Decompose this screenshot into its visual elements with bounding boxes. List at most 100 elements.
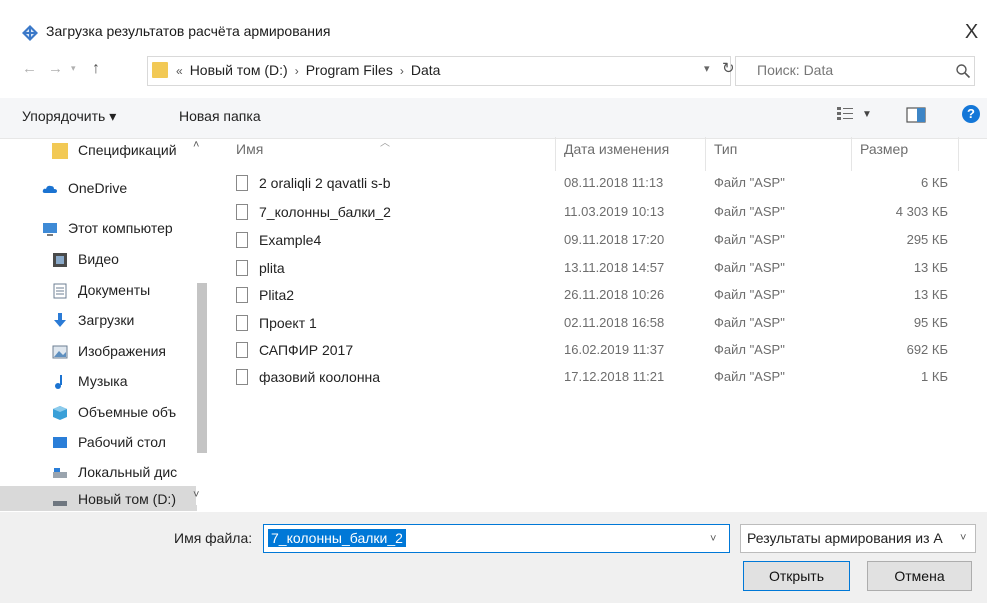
breadcrumb: « Новый том (D:) › Program Files › Data (176, 62, 440, 78)
file-row[interactable]: plita 13.11.2018 14:57 Файл "ASP" 13 КБ (232, 258, 962, 282)
file-icon (236, 342, 248, 358)
cloud-icon (42, 185, 57, 193)
file-size: 692 КБ (906, 342, 948, 357)
breadcrumb-item[interactable]: Program Files (306, 62, 393, 78)
file-type: Файл "ASP" (714, 369, 785, 384)
file-row[interactable]: Plita2 26.11.2018 10:26 Файл "ASP" 13 КБ (232, 285, 962, 309)
filetype-value: Результаты армирования из А (747, 530, 943, 546)
drive-icon (53, 501, 67, 506)
file-icon (236, 175, 248, 191)
column-header-name[interactable]: Имя (236, 141, 263, 157)
breadcrumb-separator-icon[interactable]: › (400, 64, 404, 78)
file-name: 2 oraliqli 2 qavatli s-b (259, 175, 391, 191)
file-type: Файл "ASP" (714, 315, 785, 330)
file-icon (236, 260, 248, 276)
breadcrumb-separator-icon[interactable]: › (295, 64, 299, 78)
file-size: 4 303 КБ (895, 204, 948, 219)
scroll-down-chevron-icon[interactable]: ˅ (193, 489, 199, 501)
new-folder-button[interactable]: Новая папка (179, 108, 261, 124)
file-icon (236, 369, 248, 385)
refresh-icon[interactable]: ↻ (722, 59, 735, 77)
file-name: САПФИР 2017 (259, 342, 354, 358)
view-dropdown-icon[interactable]: ▼ (862, 109, 872, 120)
filename-dropdown-icon[interactable]: ˅ (710, 533, 716, 545)
filetype-chevron-down-icon[interactable]: ˅ (960, 532, 966, 544)
file-size: 6 КБ (921, 175, 948, 190)
help-icon[interactable]: ? (962, 105, 980, 123)
file-row[interactable]: Example4 09.11.2018 17:20 Файл "ASP" 295… (232, 230, 962, 254)
address-dropdown-icon[interactable]: ▾ (704, 62, 710, 75)
forward-arrow-icon[interactable]: → (48, 60, 63, 77)
file-row[interactable]: 7_колонны_балки_2 11.03.2019 10:13 Файл … (232, 202, 962, 226)
file-date: 02.11.2018 16:58 (564, 315, 665, 330)
file-size: 13 КБ (913, 260, 948, 275)
cancel-button[interactable]: Отмена (867, 561, 972, 591)
scroll-up-chevron-icon[interactable]: ˄ (193, 139, 199, 151)
column-header-size[interactable]: Размер (860, 141, 908, 157)
file-icon (236, 315, 248, 331)
computer-icon (43, 223, 57, 236)
file-row[interactable]: Проект 1 02.11.2018 16:58 Файл "ASP" 95 … (232, 313, 962, 337)
file-row[interactable]: фазовий коолонна 17.12.2018 11:21 Файл "… (232, 367, 962, 391)
open-button[interactable]: Открыть (743, 561, 850, 591)
pictures-icon (52, 345, 68, 359)
column-divider[interactable] (851, 137, 852, 171)
file-date: 16.02.2019 11:37 (564, 342, 665, 357)
filename-value[interactable]: 7_колонны_балки_2 (268, 529, 406, 547)
search-icon[interactable] (955, 63, 971, 79)
column-header-type[interactable]: Тип (714, 141, 737, 157)
recent-locations-chevron-icon[interactable]: ▾ (71, 63, 76, 74)
file-date: 11.03.2019 10:13 (564, 204, 665, 219)
file-icon (236, 287, 248, 303)
file-date: 08.11.2018 11:13 (564, 175, 664, 190)
file-type: Файл "ASP" (714, 287, 785, 302)
breadcrumb-item[interactable]: Новый том (D:) (190, 62, 288, 78)
file-size: 1 КБ (921, 369, 948, 384)
organize-button[interactable]: Упорядочить ▾ (22, 108, 116, 125)
file-name: Plita2 (259, 287, 295, 303)
view-options-icon[interactable] (836, 105, 854, 123)
file-date: 13.11.2018 14:57 (564, 260, 665, 275)
sort-ascending-icon: ︿ (380, 138, 390, 149)
close-button[interactable]: X (956, 14, 987, 50)
file-type: Файл "ASP" (714, 232, 785, 247)
file-size: 95 КБ (913, 315, 948, 330)
app-icon (22, 25, 38, 41)
documents-icon (53, 283, 67, 299)
breadcrumb-overflow[interactable]: « (176, 64, 183, 78)
file-name: фазовий коолонна (259, 369, 381, 385)
file-icon (236, 232, 248, 248)
music-icon (55, 375, 62, 389)
up-arrow-icon[interactable]: ↑ (92, 60, 100, 78)
file-row[interactable]: 2 oraliqli 2 qavatli s-b 08.11.2018 11:1… (232, 173, 962, 197)
download-icon (54, 313, 66, 327)
file-date: 17.12.2018 11:21 (564, 369, 665, 384)
file-size: 13 КБ (913, 287, 948, 302)
scrollbar-thumb[interactable] (197, 283, 207, 453)
file-name: plita (259, 260, 285, 276)
file-type: Файл "ASP" (714, 175, 785, 190)
column-divider[interactable] (705, 137, 706, 171)
desktop-icon (53, 437, 67, 448)
file-date: 09.11.2018 17:20 (564, 232, 665, 247)
folder-icon (152, 62, 168, 78)
file-name: 7_колонны_балки_2 (259, 204, 391, 220)
back-arrow-icon[interactable]: ← (22, 60, 37, 77)
search-input[interactable]: Поиск: Data (757, 62, 833, 78)
file-date: 26.11.2018 10:26 (564, 287, 665, 302)
file-icon (236, 204, 248, 220)
filename-label: Имя файла: (174, 530, 253, 546)
file-type: Файл "ASP" (714, 260, 785, 275)
breadcrumb-item[interactable]: Data (411, 62, 441, 78)
column-divider[interactable] (555, 137, 556, 171)
column-divider[interactable] (958, 137, 959, 171)
preview-pane-icon[interactable] (906, 106, 926, 124)
video-icon (53, 253, 67, 267)
folder-icon (52, 143, 68, 159)
column-header-date[interactable]: Дата изменения (564, 141, 669, 157)
file-type: Файл "ASP" (714, 342, 785, 357)
file-row[interactable]: САПФИР 2017 16.02.2019 11:37 Файл "ASP" … (232, 340, 962, 364)
window-title: Загрузка результатов расчёта армирования (46, 23, 331, 39)
file-name: Проект 1 (259, 315, 317, 331)
drive-icon (53, 468, 67, 478)
